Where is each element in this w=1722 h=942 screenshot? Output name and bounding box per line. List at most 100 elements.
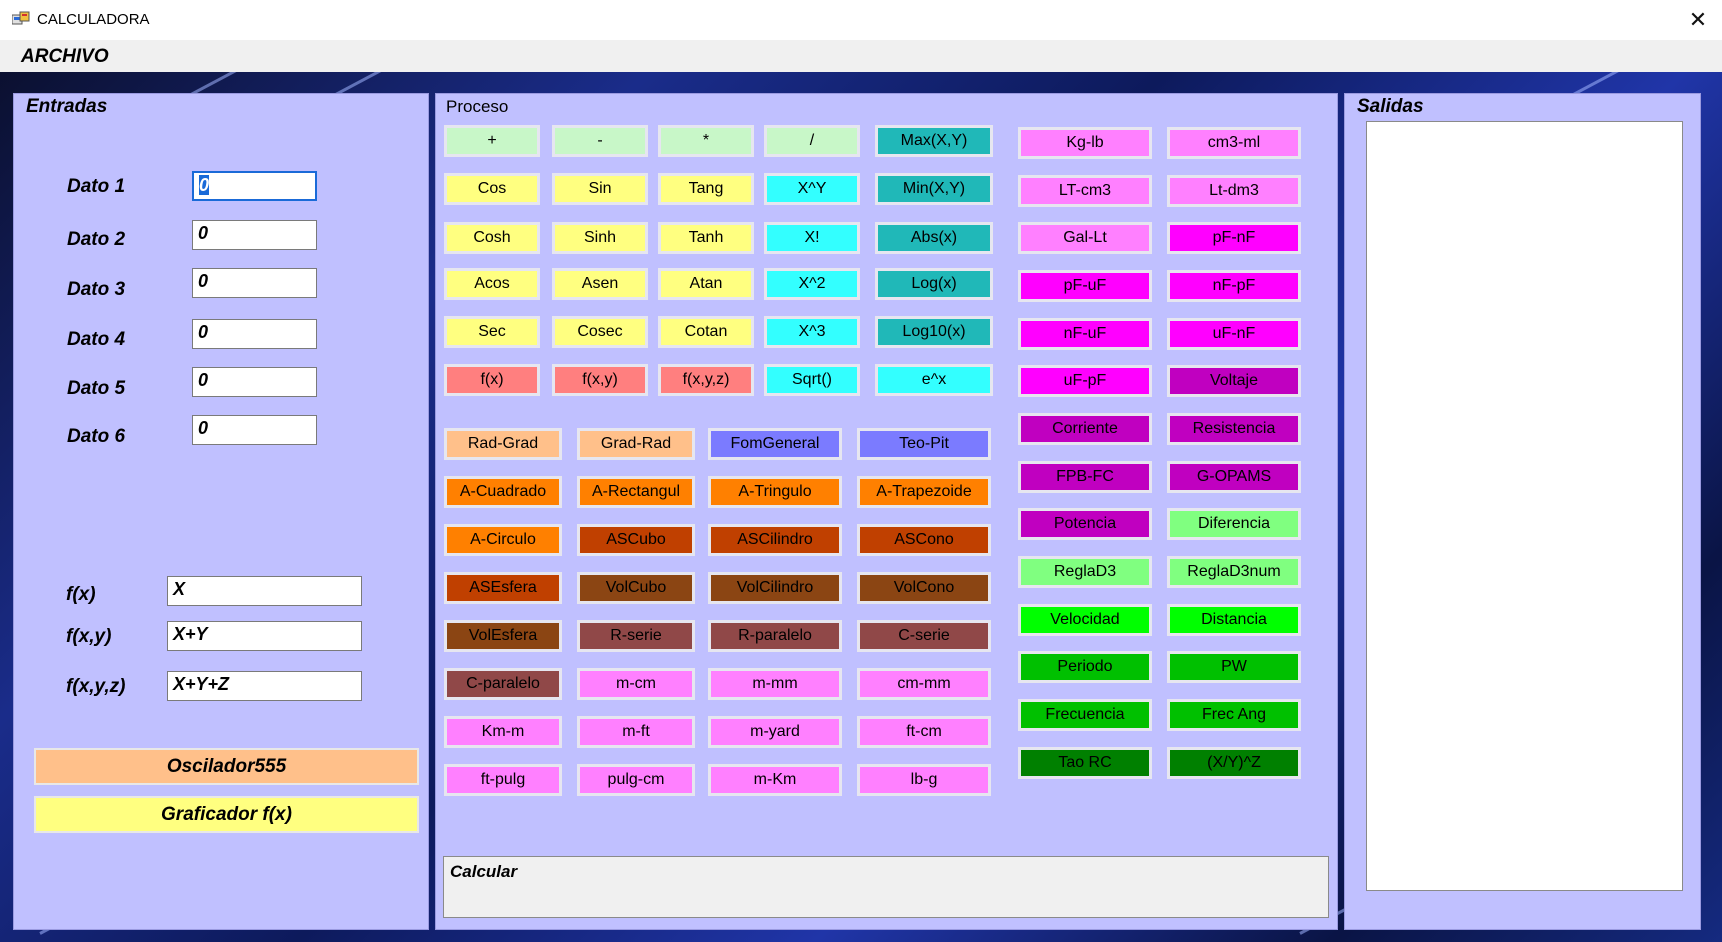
btn-a-cuadrado[interactable]: A-Cuadrado bbox=[444, 476, 562, 508]
btn-sqrt[interactable]: Sqrt() bbox=[764, 364, 860, 396]
btn-e-x[interactable]: e^x bbox=[875, 364, 993, 396]
btn-f-x-y-z[interactable]: f(x,y,z) bbox=[658, 364, 754, 396]
btn-a-rectangul[interactable]: A-Rectangul bbox=[577, 476, 695, 508]
btn-[interactable]: / bbox=[764, 125, 860, 157]
btn-fomgeneral[interactable]: FomGeneral bbox=[708, 428, 842, 460]
btn-ascilindro[interactable]: ASCilindro bbox=[708, 524, 842, 556]
btn-ascubo[interactable]: ASCubo bbox=[577, 524, 695, 556]
btn-volesfera[interactable]: VolEsfera bbox=[444, 620, 562, 652]
btn-sin[interactable]: Sin bbox=[552, 173, 648, 205]
btn-volcubo[interactable]: VolCubo bbox=[577, 572, 695, 604]
oscilador555-button[interactable]: Oscilador555 bbox=[34, 748, 419, 785]
btn-teo-pit[interactable]: Teo-Pit bbox=[857, 428, 991, 460]
dato6-input[interactable]: 0 bbox=[192, 415, 317, 445]
btn-volcilindro[interactable]: VolCilindro bbox=[708, 572, 842, 604]
dato2-input[interactable]: 0 bbox=[192, 220, 317, 250]
btn-volcono[interactable]: VolCono bbox=[857, 572, 991, 604]
btn-cosh[interactable]: Cosh bbox=[444, 222, 540, 254]
btn-r-serie[interactable]: R-serie bbox=[577, 620, 695, 652]
btn-nf-uf[interactable]: nF-uF bbox=[1018, 318, 1152, 350]
btn-ascono[interactable]: ASCono bbox=[857, 524, 991, 556]
btn-tao-rc[interactable]: Tao RC bbox=[1018, 747, 1152, 779]
btn-distancia[interactable]: Distancia bbox=[1167, 604, 1301, 636]
btn-reglad3[interactable]: ReglaD3 bbox=[1018, 556, 1152, 588]
btn-frec-ang[interactable]: Frec Ang bbox=[1167, 699, 1301, 731]
close-icon[interactable]: ✕ bbox=[1674, 0, 1722, 40]
btn-gal-lt[interactable]: Gal-Lt bbox=[1018, 222, 1152, 254]
btn-kg-lb[interactable]: Kg-lb bbox=[1018, 127, 1152, 159]
btn-cotan[interactable]: Cotan bbox=[658, 316, 754, 348]
btn-resistencia[interactable]: Resistencia bbox=[1167, 413, 1301, 445]
dato4-input[interactable]: 0 bbox=[192, 319, 317, 349]
btn-grad-rad[interactable]: Grad-Rad bbox=[577, 428, 695, 460]
menu-archivo[interactable]: ARCHIVO bbox=[21, 46, 109, 68]
btn-pf-nf[interactable]: pF-nF bbox=[1167, 222, 1301, 254]
fxyz-input[interactable]: X+Y+Z bbox=[167, 671, 362, 701]
btn-max-x-y[interactable]: Max(X,Y) bbox=[875, 125, 993, 157]
btn-a-tringulo[interactable]: A-Tringulo bbox=[708, 476, 842, 508]
btn-cos[interactable]: Cos bbox=[444, 173, 540, 205]
btn-m-cm[interactable]: m-cm bbox=[577, 668, 695, 700]
btn-x-y[interactable]: X^Y bbox=[764, 173, 860, 205]
dato1-input[interactable]: 0 bbox=[192, 171, 317, 201]
graficador-button[interactable]: Graficador f(x) bbox=[34, 796, 419, 833]
btn-f-x[interactable]: f(x) bbox=[444, 364, 540, 396]
btn-reglad3num[interactable]: ReglaD3num bbox=[1167, 556, 1301, 588]
btn-frecuencia[interactable]: Frecuencia bbox=[1018, 699, 1152, 731]
btn-sec[interactable]: Sec bbox=[444, 316, 540, 348]
btn-km-m[interactable]: Km-m bbox=[444, 716, 562, 748]
btn-pulg-cm[interactable]: pulg-cm bbox=[577, 764, 695, 796]
btn-asen[interactable]: Asen bbox=[552, 268, 648, 300]
fxy-input[interactable]: X+Y bbox=[167, 621, 362, 651]
btn-m-yard[interactable]: m-yard bbox=[708, 716, 842, 748]
btn-lt-cm3[interactable]: LT-cm3 bbox=[1018, 175, 1152, 207]
btn-tang[interactable]: Tang bbox=[658, 173, 754, 205]
btn-asesfera[interactable]: ASEsfera bbox=[444, 572, 562, 604]
btn-r-paralelo[interactable]: R-paralelo bbox=[708, 620, 842, 652]
btn-[interactable]: * bbox=[658, 125, 754, 157]
btn-cm3-ml[interactable]: cm3-ml bbox=[1167, 127, 1301, 159]
salidas-output[interactable] bbox=[1366, 121, 1683, 891]
btn-c-paralelo[interactable]: C-paralelo bbox=[444, 668, 562, 700]
btn-atan[interactable]: Atan bbox=[658, 268, 754, 300]
calcular-box[interactable]: Calcular bbox=[443, 856, 1329, 918]
btn-cosec[interactable]: Cosec bbox=[552, 316, 648, 348]
btn-ft-pulg[interactable]: ft-pulg bbox=[444, 764, 562, 796]
btn-c-serie[interactable]: C-serie bbox=[857, 620, 991, 652]
btn-periodo[interactable]: Periodo bbox=[1018, 651, 1152, 683]
btn-[interactable]: + bbox=[444, 125, 540, 157]
btn-sinh[interactable]: Sinh bbox=[552, 222, 648, 254]
btn-lb-g[interactable]: lb-g bbox=[857, 764, 991, 796]
btn-m-ft[interactable]: m-ft bbox=[577, 716, 695, 748]
btn-x-y-z[interactable]: (X/Y)^Z bbox=[1167, 747, 1301, 779]
fx-input[interactable]: X bbox=[167, 576, 362, 606]
btn-[interactable]: - bbox=[552, 125, 648, 157]
btn-velocidad[interactable]: Velocidad bbox=[1018, 604, 1152, 636]
btn-acos[interactable]: Acos bbox=[444, 268, 540, 300]
btn-ft-cm[interactable]: ft-cm bbox=[857, 716, 991, 748]
btn-log10-x[interactable]: Log10(x) bbox=[875, 316, 993, 348]
btn-min-x-y[interactable]: Min(X,Y) bbox=[875, 173, 993, 205]
btn-diferencia[interactable]: Diferencia bbox=[1167, 508, 1301, 540]
dato5-input[interactable]: 0 bbox=[192, 367, 317, 397]
btn-x-3[interactable]: X^3 bbox=[764, 316, 860, 348]
btn-nf-pf[interactable]: nF-pF bbox=[1167, 270, 1301, 302]
btn-log-x[interactable]: Log(x) bbox=[875, 268, 993, 300]
dato3-input[interactable]: 0 bbox=[192, 268, 317, 298]
btn-x[interactable]: X! bbox=[764, 222, 860, 254]
btn-a-trapezoide[interactable]: A-Trapezoide bbox=[857, 476, 991, 508]
btn-pf-uf[interactable]: pF-uF bbox=[1018, 270, 1152, 302]
btn-f-x-y[interactable]: f(x,y) bbox=[552, 364, 648, 396]
btn-m-mm[interactable]: m-mm bbox=[708, 668, 842, 700]
btn-g-opams[interactable]: G-OPAMS bbox=[1167, 461, 1301, 493]
btn-corriente[interactable]: Corriente bbox=[1018, 413, 1152, 445]
btn-pw[interactable]: PW bbox=[1167, 651, 1301, 683]
btn-fpb-fc[interactable]: FPB-FC bbox=[1018, 461, 1152, 493]
btn-cm-mm[interactable]: cm-mm bbox=[857, 668, 991, 700]
btn-tanh[interactable]: Tanh bbox=[658, 222, 754, 254]
btn-x-2[interactable]: X^2 bbox=[764, 268, 860, 300]
btn-m-km[interactable]: m-Km bbox=[708, 764, 842, 796]
btn-uf-pf[interactable]: uF-pF bbox=[1018, 365, 1152, 397]
btn-lt-dm3[interactable]: Lt-dm3 bbox=[1167, 175, 1301, 207]
btn-potencia[interactable]: Potencia bbox=[1018, 508, 1152, 540]
